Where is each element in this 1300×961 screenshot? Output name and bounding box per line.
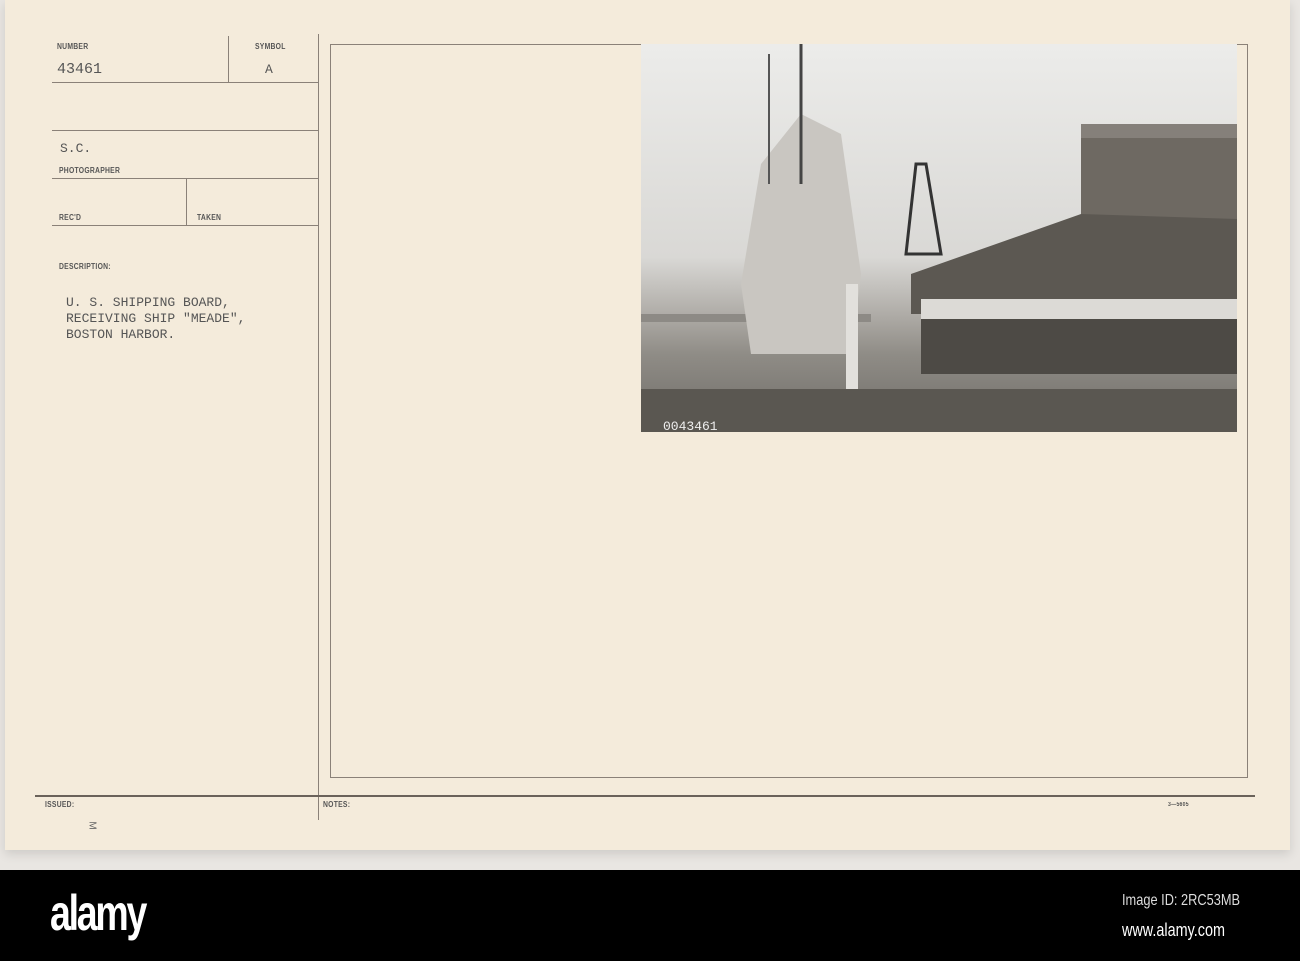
alamy-url[interactable]: www.alamy.com bbox=[1122, 920, 1225, 941]
taken-label: TAKEN bbox=[197, 213, 222, 222]
divider bbox=[52, 225, 318, 226]
margin-mark: M bbox=[86, 821, 98, 830]
description-line: RECEIVING SHIP "MEADE", bbox=[66, 311, 246, 326]
ship-photo: 0043461 bbox=[641, 44, 1237, 432]
photographer-value: S.C. bbox=[60, 141, 92, 156]
photographer-label: PHOTOGRAPHER bbox=[59, 166, 121, 175]
footer-bar: alamy Image ID: 2RC53MB www.alamy.com bbox=[0, 870, 1300, 961]
divider bbox=[52, 130, 318, 131]
description-line: BOSTON HARBOR. bbox=[66, 327, 176, 342]
alamy-logo[interactable]: alamy bbox=[50, 884, 147, 942]
divider bbox=[186, 178, 187, 225]
symbol-label: SYMBOL bbox=[255, 42, 286, 51]
description-line: U. S. SHIPPING BOARD, bbox=[66, 295, 230, 310]
recd-label: REC'D bbox=[59, 213, 82, 222]
divider bbox=[52, 82, 318, 83]
ship-photo-drawing bbox=[641, 44, 1237, 432]
notes-label: NOTES: bbox=[323, 800, 351, 809]
issued-label: ISSUED: bbox=[45, 800, 75, 809]
number-value: 43461 bbox=[57, 61, 103, 78]
symbol-value: A bbox=[265, 62, 273, 77]
description: U. S. SHIPPING BOARD, RECEIVING SHIP "ME… bbox=[66, 295, 245, 343]
photo-number: 0043461 bbox=[663, 419, 718, 432]
number-label: NUMBER bbox=[57, 42, 89, 51]
divider bbox=[228, 36, 229, 82]
image-id: Image ID: 2RC53MB bbox=[1122, 892, 1241, 909]
divider bbox=[52, 178, 318, 179]
form-number: 3—5605 bbox=[1168, 802, 1189, 808]
column-divider bbox=[318, 34, 319, 820]
description-label: DESCRIPTION: bbox=[59, 262, 111, 271]
bottom-rule bbox=[35, 795, 1255, 797]
